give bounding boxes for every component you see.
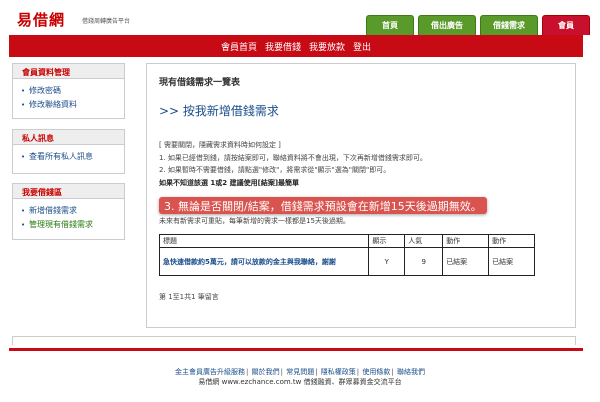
tab-lend-ads[interactable]: 借出廣告 bbox=[418, 15, 476, 35]
footer-links: 金主會員廣告升級服務| 關於我們| 常見問題| 隱私權政策| 使用條款| 聯絡我… bbox=[175, 368, 425, 376]
tab-borrow-requests[interactable]: 借錢需求 bbox=[480, 15, 538, 35]
instruction-line-2: 2. 如果暫時不需要借錢，請點選"修改"，將需求從"顯示"選為"關閉"即可。 bbox=[159, 166, 391, 174]
member-navbar: 會員首頁 我要借錢 我要放款 登出 bbox=[9, 35, 583, 57]
expiry-warning: 3. 無論是否關閉/結案，借錢需求預設會在新增15天後過期無效。 bbox=[159, 197, 487, 214]
tab-member[interactable]: 會員 bbox=[542, 15, 590, 35]
footer-link-privacy[interactable]: 隱私權政策 bbox=[321, 368, 356, 376]
bullet-icon: • bbox=[21, 100, 26, 109]
bullet-icon: • bbox=[21, 220, 26, 229]
sidebar-member-box: 會員資料管理 • 修改密碼 • 修改聯絡資料 bbox=[12, 63, 125, 119]
sidebar-item-label[interactable]: 修改聯絡資料 bbox=[29, 99, 77, 110]
col-header-action: 動作 bbox=[488, 234, 535, 248]
sidebar-item-label[interactable]: 查看所有私人訊息 bbox=[29, 151, 93, 162]
sidebar-item-manage-requests[interactable]: • 管理現有借錢需求 bbox=[21, 219, 116, 230]
nav-logout[interactable]: 登出 bbox=[353, 40, 371, 53]
footer-link-about[interactable]: 關於我們 bbox=[252, 368, 280, 376]
nav-borrow[interactable]: 我要借錢 bbox=[265, 40, 301, 53]
col-header-popularity: 人氣 bbox=[404, 234, 444, 248]
content-bottom-border bbox=[12, 336, 576, 345]
nav-member-home[interactable]: 會員首頁 bbox=[221, 40, 257, 53]
table-header-row: 標題 顯示 人氣 動作 動作 bbox=[158, 234, 535, 248]
requests-table: 標題 顯示 人氣 動作 動作 急快速借款約5萬元，請可以放款的金主與我聯絡，謝謝… bbox=[158, 234, 535, 276]
footer-link-faq[interactable]: 常見問題 bbox=[286, 368, 314, 376]
footer-divider bbox=[9, 348, 583, 351]
site-tagline: 借錢周轉廣告平台 bbox=[82, 18, 131, 25]
sidebar-item-label[interactable]: 新增借錢需求 bbox=[29, 205, 77, 216]
nav-lend[interactable]: 我要放款 bbox=[309, 40, 345, 53]
sidebar-item-label[interactable]: 管理現有借錢需求 bbox=[29, 219, 93, 230]
sidebar-item-change-password[interactable]: • 修改密碼 bbox=[21, 85, 116, 96]
expiry-note: 未來有新需求可重貼，每筆新增的需求一樣都是15天後過期。 bbox=[159, 217, 350, 225]
cell-action-closed: 已結案 bbox=[488, 247, 535, 276]
sidebar-item-label[interactable]: 修改密碼 bbox=[29, 85, 61, 96]
footer-link-upgrade[interactable]: 金主會員廣告升級服務 bbox=[175, 368, 245, 376]
instruction-tip: 如果不知道該選 1或2 建議使用[結案]最簡單 bbox=[159, 178, 300, 187]
col-header-action: 動作 bbox=[442, 234, 490, 248]
instruction-heading: [ 需要關閉，隱藏需求資料時如何設定 ] bbox=[159, 141, 281, 149]
col-header-display: 顯示 bbox=[368, 234, 406, 248]
cell-display: Y bbox=[368, 247, 406, 276]
sidebar-borrow-title: 我要借錢區 bbox=[13, 184, 124, 199]
footer-link-terms[interactable]: 使用條款 bbox=[362, 368, 390, 376]
site-logo[interactable]: 易借網 bbox=[17, 9, 65, 30]
cell-popularity: 9 bbox=[404, 247, 444, 276]
sidebar-borrow-box: 我要借錢區 • 新增借錢需求 • 管理現有借錢需求 bbox=[12, 183, 125, 240]
col-header-title: 標題 bbox=[158, 234, 370, 248]
instruction-line-1: 1. 如果已經借到錢，請按結案即可，聯絡資料將不會出現，下次再新增借錢需求即可。 bbox=[159, 153, 427, 162]
sidebar-member-title: 會員資料管理 bbox=[13, 64, 124, 79]
add-request-link[interactable]: >> 按我新增借錢需求 bbox=[159, 102, 279, 119]
footer-copyright: 易借網 www.ezchance.com.tw 借錢融資、群眾募資金交流平台 bbox=[198, 378, 402, 386]
bullet-icon: • bbox=[21, 86, 26, 95]
sidebar-item-new-request[interactable]: • 新增借錢需求 bbox=[21, 205, 116, 216]
sidebar-messages-box: 私人訊息 • 查看所有私人訊息 bbox=[12, 129, 125, 174]
main-tabs: 首頁 借出廣告 借錢需求 會員 bbox=[366, 15, 590, 35]
instructions: [ 需要關閉，隱藏需求資料時如何設定 ] 1. 如果已經借到錢，請按結案即可，聯… bbox=[159, 139, 569, 189]
pagination-info: 第 1至1共1 筆留言 bbox=[159, 293, 219, 301]
main-panel: 現有借錢需求一覽表 >> 按我新增借錢需求 [ 需要關閉，隱藏需求資料時如何設定… bbox=[146, 63, 576, 328]
sidebar-item-all-messages[interactable]: • 查看所有私人訊息 bbox=[21, 151, 116, 162]
bullet-icon: • bbox=[21, 206, 26, 215]
cell-action-closed: 已結案 bbox=[442, 247, 490, 276]
sidebar-messages-title: 私人訊息 bbox=[13, 130, 124, 145]
tab-home[interactable]: 首頁 bbox=[366, 15, 414, 35]
table-row: 急快速借款約5萬元，請可以放款的金主與我聯絡，謝謝 Y 9 已結案 已結案 bbox=[158, 247, 535, 276]
request-title-link[interactable]: 急快速借款約5萬元，請可以放款的金主與我聯絡，謝謝 bbox=[163, 258, 336, 266]
bullet-icon: • bbox=[21, 152, 26, 161]
page-title: 現有借錢需求一覽表 bbox=[159, 78, 241, 88]
header: 易借網 借錢周轉廣告平台 首頁 借出廣告 借錢需求 會員 bbox=[0, 0, 600, 35]
sidebar-item-edit-contact[interactable]: • 修改聯絡資料 bbox=[21, 99, 116, 110]
footer-link-contact[interactable]: 聯絡我們 bbox=[397, 368, 425, 376]
